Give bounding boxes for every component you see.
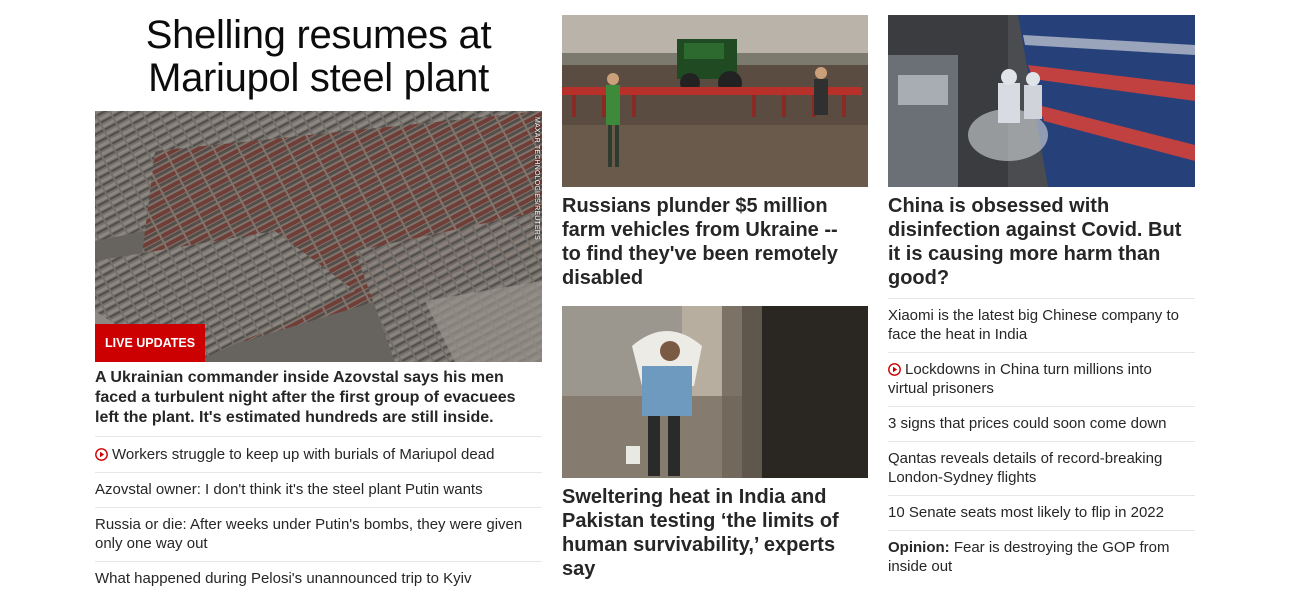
related-story-pelosi[interactable]: What happened during Pelosi's unannounce… (95, 561, 542, 596)
right-story-prices[interactable]: 3 signs that prices could soon come down (888, 406, 1195, 441)
play-circle-icon (95, 447, 108, 461)
play-circle-icon (888, 362, 901, 376)
story-heat-title[interactable]: Sweltering heat in India and Pakistan te… (562, 485, 862, 581)
opinion-label: Opinion: (888, 539, 950, 556)
right-stories-list: Xiaomi is the latest big Chinese company… (888, 298, 1195, 584)
story-disinfection-title[interactable]: China is obsessed with disinfection agai… (888, 194, 1195, 290)
right-story-label: 3 signs that prices could soon come down (888, 415, 1167, 432)
related-stories-list: Workers struggle to keep up with burials… (95, 436, 542, 596)
heat-image[interactable] (562, 306, 868, 478)
story-tractors-title[interactable]: Russians plunder $5 million farm vehicle… (562, 194, 862, 290)
lead-description[interactable]: A Ukrainian commander inside Azovstal sa… (95, 368, 542, 428)
hero-image-mariupol[interactable]: MAXAR TECHNOLOGIES/REUTERS LIVE UPDATES (95, 111, 542, 362)
related-story-label: Workers struggle to keep up with burials… (112, 446, 495, 463)
tractor-image[interactable] (562, 15, 868, 187)
photo-credit: MAXAR TECHNOLOGIES/REUTERS (533, 117, 540, 240)
right-story-senate[interactable]: 10 Senate seats most likely to flip in 2… (888, 495, 1195, 530)
related-story-label: Russia or die: After weeks under Putin's… (95, 516, 523, 552)
lead-headline[interactable]: Shelling resumes at Mariupol steel plant (95, 14, 542, 100)
right-story-xiaomi[interactable]: Xiaomi is the latest big Chinese company… (888, 298, 1195, 352)
right-story-qantas[interactable]: Qantas reveals details of record-breakin… (888, 441, 1195, 495)
related-story-russia-or-die[interactable]: Russia or die: After weeks under Putin's… (95, 507, 542, 561)
lead-story: Shelling resumes at Mariupol steel plant (95, 0, 542, 587)
disinfection-image[interactable] (888, 15, 1195, 187)
right-story-opinion[interactable]: Opinion: Fear is destroying the GOP from… (888, 530, 1195, 584)
right-story-label: 10 Senate seats most likely to flip in 2… (888, 504, 1164, 521)
right-story-label: Lockdowns in China turn millions into vi… (888, 361, 1152, 397)
right-story-lockdowns[interactable]: Lockdowns in China turn millions into vi… (888, 352, 1195, 406)
related-story-azovstal-owner[interactable]: Azovstal owner: I don't think it's the s… (95, 472, 542, 507)
right-story-label: Xiaomi is the latest big Chinese company… (888, 307, 1179, 343)
live-updates-badge[interactable]: LIVE UPDATES (95, 324, 206, 362)
right-story-label: Qantas reveals details of record-breakin… (888, 450, 1163, 486)
related-story-burials[interactable]: Workers struggle to keep up with burials… (95, 436, 542, 472)
related-story-label: Azovstal owner: I don't think it's the s… (95, 481, 483, 498)
related-story-label: What happened during Pelosi's unannounce… (95, 570, 472, 587)
